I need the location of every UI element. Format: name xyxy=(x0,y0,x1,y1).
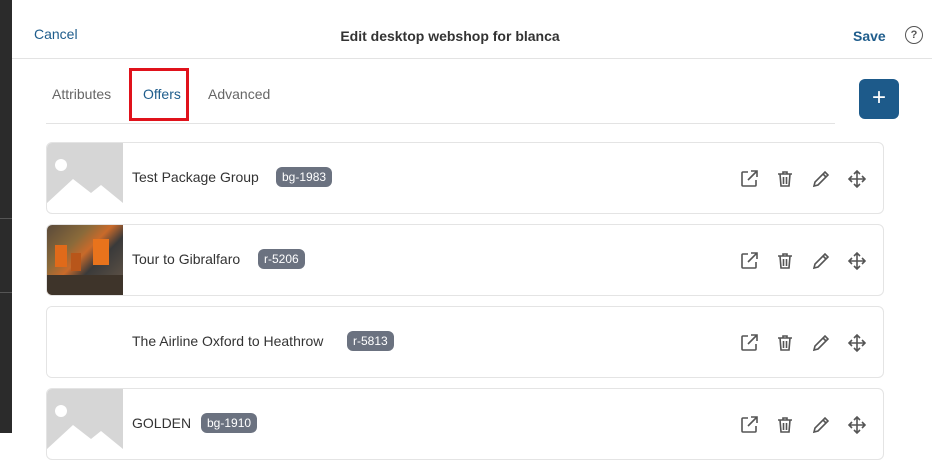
tab-advanced[interactable]: Advanced xyxy=(208,86,270,102)
offer-actions xyxy=(739,333,867,353)
offer-name: Test Package Group xyxy=(132,169,259,185)
move-icon[interactable] xyxy=(847,251,867,271)
external-link-icon[interactable] xyxy=(739,169,759,189)
external-link-icon[interactable] xyxy=(739,333,759,353)
offer-code-badge: bg-1983 xyxy=(276,167,333,187)
edit-webshop-dialog: Cancel Edit desktop webshop for blanca S… xyxy=(12,0,932,460)
offer-code-badge: r-5206 xyxy=(258,249,305,269)
add-offer-button[interactable]: + xyxy=(859,79,899,119)
offer-photo xyxy=(47,225,123,295)
offer-actions xyxy=(739,251,867,271)
edit-pencil-icon[interactable] xyxy=(811,251,831,271)
divider xyxy=(0,218,12,219)
tab-offers-highlight xyxy=(129,68,189,121)
dialog-title: Edit desktop webshop for blanca xyxy=(340,28,560,44)
offer-item: The Airline Oxford to Heathrow r-5813 xyxy=(46,306,884,378)
offer-code-badge: bg-1910 xyxy=(201,413,258,433)
background-left-strip xyxy=(0,0,12,433)
edit-pencil-icon[interactable] xyxy=(811,169,831,189)
offer-actions xyxy=(739,169,867,189)
offer-item: Test Package Group bg-1983 xyxy=(46,142,884,214)
placeholder-image-icon xyxy=(47,389,123,459)
help-icon[interactable]: ? xyxy=(905,26,923,44)
tab-bar: Attributes Offers Advanced xyxy=(46,68,835,124)
divider xyxy=(0,292,12,293)
external-link-icon[interactable] xyxy=(739,251,759,271)
offer-item: Tour to Gibralfaro r-5206 xyxy=(46,224,884,296)
offer-name: GOLDEN xyxy=(132,415,192,431)
placeholder-image-icon xyxy=(47,143,123,213)
offer-code-badge: r-5813 xyxy=(347,331,394,351)
edit-pencil-icon[interactable] xyxy=(811,333,831,353)
trash-icon[interactable] xyxy=(775,333,795,353)
move-icon[interactable] xyxy=(847,415,867,435)
offer-name: The Airline Oxford to Heathrow xyxy=(132,333,324,349)
external-link-icon[interactable] xyxy=(739,415,759,435)
trash-icon[interactable] xyxy=(775,251,795,271)
save-button[interactable]: Save xyxy=(853,28,886,44)
offer-item: GOLDEN bg-1910 xyxy=(46,388,884,460)
dialog-header: Cancel Edit desktop webshop for blanca S… xyxy=(12,0,932,59)
offer-name: Tour to Gibralfaro xyxy=(132,251,241,267)
trash-icon[interactable] xyxy=(775,415,795,435)
trash-icon[interactable] xyxy=(775,169,795,189)
offer-thumbnail-empty xyxy=(47,307,123,377)
move-icon[interactable] xyxy=(847,333,867,353)
tab-attributes[interactable]: Attributes xyxy=(52,86,111,102)
offer-actions xyxy=(739,415,867,435)
move-icon[interactable] xyxy=(847,169,867,189)
edit-pencil-icon[interactable] xyxy=(811,415,831,435)
